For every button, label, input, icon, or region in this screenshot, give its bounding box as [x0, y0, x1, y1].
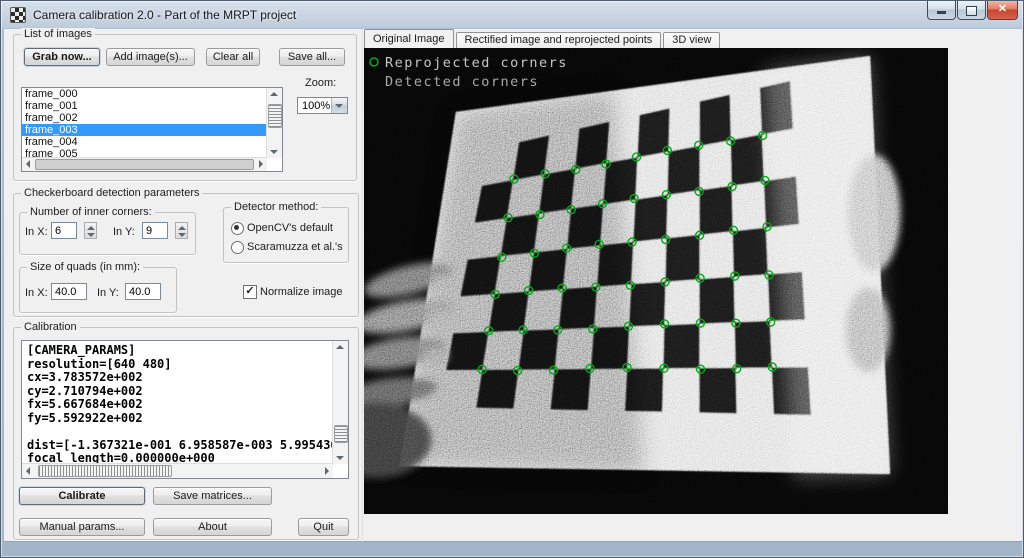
tab-original-image[interactable]: Original Image [364, 29, 454, 48]
scrollbar-thumb[interactable] [268, 104, 282, 128]
radio-scaramuzza-label[interactable]: Scaramuzza et al.'s [247, 241, 343, 253]
quad-x-input[interactable] [51, 283, 87, 300]
scrollbar-thumb[interactable] [38, 465, 172, 477]
scrollbar-thumb[interactable] [334, 425, 348, 443]
list-item-selected[interactable]: frame_003 [22, 124, 267, 136]
about-button[interactable]: About [153, 518, 272, 536]
list-item[interactable]: frame_000 [22, 88, 267, 100]
noise-grain-overlay [364, 48, 948, 514]
quad-y-input[interactable] [125, 283, 161, 300]
maximize-button[interactable] [957, 1, 986, 20]
scroll-left-icon[interactable] [26, 160, 30, 168]
minimize-button[interactable] [927, 1, 956, 20]
save-all-button[interactable]: Save all... [279, 48, 345, 66]
scroll-right-icon[interactable] [259, 160, 263, 168]
quad-size-title: Size of quads (in mm): [27, 261, 143, 273]
list-item[interactable]: frame_001 [22, 100, 267, 112]
clear-all-button[interactable]: Clear all [206, 48, 260, 66]
panel-divider [362, 29, 363, 542]
scroll-down-icon[interactable] [270, 150, 278, 154]
legend-detected: Detected corners [385, 74, 539, 90]
inner-corners-title: Number of inner corners: [27, 206, 155, 218]
scroll-up-icon[interactable] [270, 92, 278, 96]
manual-params-button[interactable]: Manual params... [19, 518, 145, 536]
maximize-icon [966, 6, 977, 16]
corners-y-input[interactable] [142, 222, 168, 239]
normalize-image-checkbox[interactable]: ✓ [243, 285, 257, 299]
combo-dropdown-button[interactable] [331, 98, 347, 113]
zoom-combobox[interactable]: 100% [297, 97, 348, 114]
app-window: Camera calibration 2.0 - Part of the MRP… [0, 0, 1024, 558]
corners-y-spinner[interactable] [175, 222, 188, 239]
calib-horizontal-scrollbar[interactable] [22, 463, 333, 478]
list-item[interactable]: frame_004 [22, 136, 267, 148]
add-images-button[interactable]: Add image(s)... [106, 48, 195, 66]
title-bar[interactable]: Camera calibration 2.0 - Part of the MRP… [1, 1, 1024, 29]
list-vertical-scrollbar[interactable] [266, 88, 282, 158]
close-button[interactable]: ✕ [987, 1, 1018, 20]
corners-x-spinner[interactable] [84, 222, 97, 239]
in-x-label: In X: [25, 226, 48, 238]
quad-y-label: In Y: [97, 287, 119, 299]
calibration-text: [CAMERA_PARAMS] resolution=[640 480] cx=… [22, 341, 348, 466]
tab-3d-view[interactable]: 3D view [663, 32, 720, 48]
scrollbar-thumb[interactable] [35, 159, 254, 170]
detector-method-group: Detector method: [223, 207, 349, 263]
tab-rectified-image[interactable]: Rectified image and reprojected points [456, 32, 662, 48]
calibration-title: Calibration [21, 321, 80, 333]
normalize-image-label[interactable]: Normalize image [260, 286, 343, 298]
camera-image-view: Reprojected corners Detected corners [364, 48, 948, 514]
calib-vertical-scrollbar[interactable] [332, 341, 348, 464]
in-y-label: In Y: [113, 226, 135, 238]
zoom-label: Zoom: [305, 77, 336, 89]
tab-bar: Original Image Rectified image and repro… [364, 30, 722, 48]
zoom-value: 100% [302, 100, 330, 112]
list-group-title: List of images [21, 28, 95, 40]
radio-scaramuzza[interactable] [231, 241, 244, 254]
detection-group-title: Checkerboard detection parameters [21, 187, 202, 199]
grab-now-button[interactable]: Grab now... [24, 48, 100, 66]
quad-x-label: In X: [25, 287, 48, 299]
list-item[interactable]: frame_002 [22, 112, 267, 124]
window-title: Camera calibration 2.0 - Part of the MRP… [33, 8, 296, 22]
radio-opencv-label[interactable]: OpenCV's default [247, 222, 333, 234]
radio-opencv-default[interactable] [231, 222, 244, 235]
image-list: frame_000 frame_001 frame_002 frame_003 … [21, 87, 283, 172]
app-icon [10, 7, 26, 23]
save-matrices-button[interactable]: Save matrices... [153, 487, 272, 505]
quit-button[interactable]: Quit [298, 518, 349, 536]
calibrate-button[interactable]: Calibrate [19, 487, 145, 505]
detector-method-title: Detector method: [231, 201, 321, 213]
legend-reprojected: Reprojected corners [385, 55, 568, 71]
calibration-results-textarea[interactable]: [CAMERA_PARAMS] resolution=[640 480] cx=… [21, 340, 349, 479]
minimize-icon [937, 11, 946, 14]
list-horizontal-scrollbar[interactable] [22, 157, 267, 171]
corners-x-input[interactable] [51, 222, 77, 239]
